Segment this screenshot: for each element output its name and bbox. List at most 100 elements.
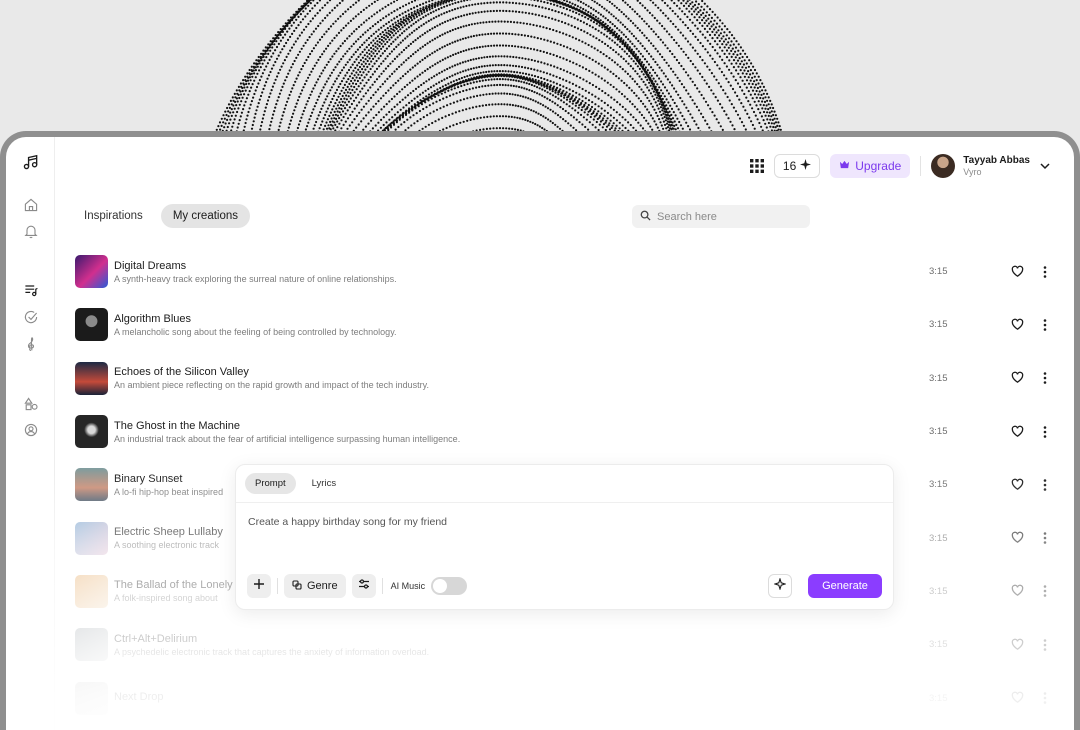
settings-sliders-button[interactable]: [351, 574, 376, 598]
user-circle-icon[interactable]: [22, 421, 40, 439]
treble-clef-icon[interactable]: [22, 335, 40, 353]
heart-icon[interactable]: [1011, 584, 1025, 598]
decorative-dot-sphere: [180, 0, 820, 150]
song-description: A melancholic song about the feeling of …: [114, 326, 397, 337]
credits-badge[interactable]: 16: [773, 154, 821, 178]
song-title: Next Drop: [114, 691, 164, 704]
more-options-icon[interactable]: [1039, 638, 1051, 652]
more-options-icon[interactable]: [1039, 584, 1051, 598]
more-options-icon[interactable]: [1039, 318, 1051, 332]
song-description: A synth-heavy track exploring the surrea…: [114, 273, 397, 284]
credits-count: 16: [782, 159, 797, 173]
palette-icon: [292, 579, 302, 593]
sidebar: [6, 137, 55, 730]
more-options-icon[interactable]: [1039, 691, 1051, 705]
apps-grid-icon[interactable]: [749, 159, 764, 173]
heart-icon[interactable]: [1011, 425, 1025, 439]
song-title: Electric Sheep Lullaby: [114, 526, 223, 539]
song-row[interactable]: Echoes of the Silicon Valley An ambient p…: [75, 352, 1065, 405]
song-cover: [75, 628, 108, 662]
playlist-icon[interactable]: [22, 281, 40, 299]
ai-music-label: AI Music: [390, 581, 426, 591]
genre-label: Genre: [307, 580, 338, 592]
upgrade-label: Upgrade: [855, 159, 902, 173]
upgrade-button[interactable]: Upgrade: [830, 154, 911, 178]
user-name: Tayyab Abbas: [963, 155, 1030, 167]
home-icon[interactable]: [22, 196, 40, 214]
song-info: Binary Sunset A lo-fi hip-hop beat inspir…: [114, 473, 223, 497]
song-description: A psychedelic electronic track that capt…: [114, 646, 430, 657]
user-menu[interactable]: Tayyab Abbas Vyro: [931, 154, 1052, 178]
song-cover: [75, 415, 108, 449]
genre-button[interactable]: Genre: [284, 574, 346, 598]
song-cover: [75, 255, 108, 289]
sliders-icon: [358, 577, 370, 595]
heart-icon[interactable]: [1011, 478, 1025, 492]
sparkle-icon: [800, 159, 812, 173]
song-cover: [75, 574, 108, 608]
user-org: Vyro: [963, 166, 982, 177]
more-options-icon[interactable]: [1039, 265, 1051, 279]
song-cover: [75, 468, 108, 502]
tab-inspirations[interactable]: Inspirations: [72, 204, 155, 228]
song-row[interactable]: Ctrl+Alt+Delirium A psychedelic electroni…: [75, 618, 1065, 671]
song-row[interactable]: Digital Dreams A synth-heavy track explor…: [75, 245, 1065, 298]
song-duration: 3:15: [929, 692, 948, 704]
song-title: Echoes of the Silicon Valley: [114, 366, 249, 379]
shapes-icon[interactable]: [22, 395, 40, 413]
sparkle-icon: [773, 577, 787, 595]
song-row[interactable]: The Ghost in the Machine An industrial tr…: [75, 405, 1065, 458]
heart-icon[interactable]: [1011, 265, 1025, 279]
song-description: An industrial track about the fear of ar…: [114, 433, 461, 444]
user-info: Tayyab Abbas Vyro: [963, 155, 1030, 177]
more-options-icon[interactable]: [1039, 531, 1051, 545]
heart-icon[interactable]: [1011, 691, 1025, 705]
heart-icon[interactable]: [1011, 531, 1025, 545]
check-circle-icon[interactable]: [22, 308, 40, 326]
song-title: Ctrl+Alt+Delirium: [114, 632, 198, 645]
divider: [381, 578, 383, 594]
search-input[interactable]: [657, 210, 797, 223]
tab-prompt[interactable]: Prompt: [245, 473, 296, 494]
divider: [277, 578, 278, 594]
add-button[interactable]: [247, 574, 271, 598]
song-duration: 3:15: [929, 532, 948, 544]
song-info: Next Drop: [114, 691, 164, 705]
song-duration: 3:15: [929, 479, 948, 491]
song-duration: 3:15: [929, 639, 948, 651]
song-title: The Ghost in the Machine: [114, 419, 240, 432]
crown-icon: [839, 159, 850, 173]
tab-my-creations[interactable]: My creations: [160, 204, 250, 228]
heart-icon[interactable]: [1011, 638, 1025, 652]
song-title: Binary Sunset: [114, 472, 183, 485]
app-screen: 16 Upgrade Tayyab Abbas Vyro Inspiration…: [6, 137, 1074, 730]
heart-icon[interactable]: [1011, 318, 1025, 332]
song-info: Electric Sheep Lullaby A soothing electro…: [114, 526, 223, 550]
song-row[interactable]: Algorithm Blues A melancholic song about …: [75, 298, 1065, 351]
song-duration: 3:15: [929, 372, 948, 384]
song-title: Algorithm Blues: [114, 312, 192, 325]
more-options-icon[interactable]: [1039, 425, 1051, 439]
tab-lyrics[interactable]: Lyrics: [302, 473, 346, 494]
song-row[interactable]: Next Drop 3:15: [75, 671, 1065, 724]
song-cover: [75, 681, 108, 715]
song-info: Echoes of the Silicon Valley An ambient p…: [114, 366, 429, 390]
song-title: The Ballad of the Lonely: [114, 579, 233, 592]
song-info: Digital Dreams A synth-heavy track explor…: [114, 260, 397, 284]
song-info: The Ballad of the Lonely A folk-inspired …: [114, 579, 233, 603]
device-frame: 16 Upgrade Tayyab Abbas Vyro Inspiration…: [0, 131, 1080, 730]
music-notes-logo-icon[interactable]: [22, 153, 40, 171]
search-box: [632, 205, 810, 228]
heart-icon[interactable]: [1011, 371, 1025, 385]
ai-music-toggle[interactable]: [431, 577, 468, 595]
song-cover: [75, 361, 108, 395]
chevron-down-icon[interactable]: [1038, 159, 1052, 173]
generate-button[interactable]: Generate: [808, 574, 882, 598]
more-options-icon[interactable]: [1039, 371, 1051, 385]
enhance-prompt-button[interactable]: [768, 574, 792, 598]
more-options-icon[interactable]: [1039, 478, 1051, 492]
prompt-input[interactable]: [248, 516, 868, 528]
song-duration: 3:15: [929, 266, 948, 278]
song-duration: 3:15: [929, 319, 948, 331]
bell-icon[interactable]: [22, 222, 40, 240]
